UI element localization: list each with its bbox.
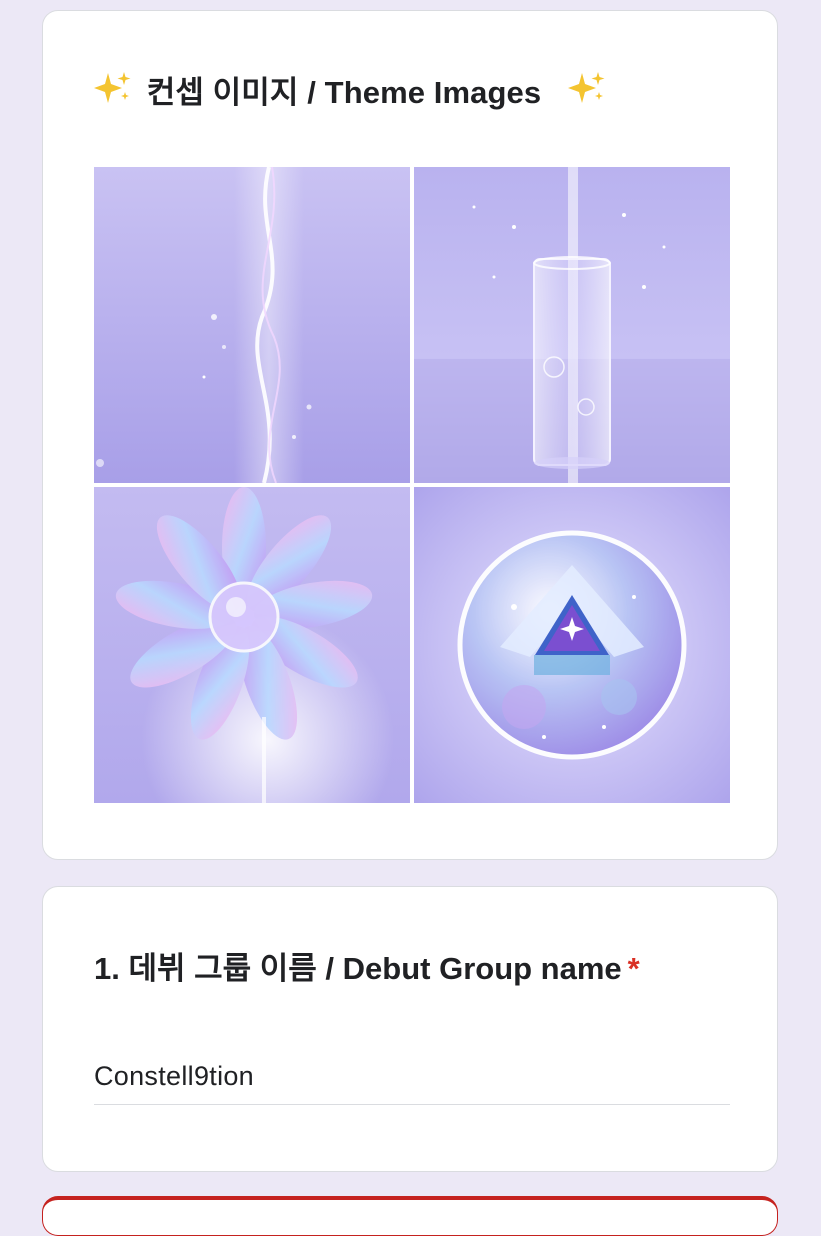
section-title: 컨셉 이미지 / Theme Images — [94, 67, 606, 112]
theme-images-card: 컨셉 이미지 / Theme Images — [42, 10, 778, 860]
question-card-group-name: 1. 데뷔 그룹 이름 / Debut Group name * Constell… — [42, 886, 778, 1172]
question-title-text: 1. 데뷔 그룹 이름 / Debut Group name — [94, 951, 622, 986]
required-asterisk: * — [627, 951, 640, 986]
question-title: 1. 데뷔 그룹 이름 / Debut Group name * — [94, 943, 640, 988]
sparkles-icon — [567, 71, 606, 105]
light-beam-image[interactable] — [94, 167, 410, 483]
water-glass-image[interactable] — [414, 167, 730, 483]
theme-image-grid — [94, 167, 730, 803]
next-question-card — [42, 1196, 778, 1236]
crystal-flower-image[interactable] — [94, 487, 410, 803]
sparkles-icon — [94, 71, 132, 105]
section-title-text: 컨셉 이미지 / Theme Images — [146, 75, 542, 110]
group-name-answer-field[interactable]: Constell9tion — [94, 1055, 730, 1105]
crystal-orb-image[interactable] — [414, 487, 730, 803]
